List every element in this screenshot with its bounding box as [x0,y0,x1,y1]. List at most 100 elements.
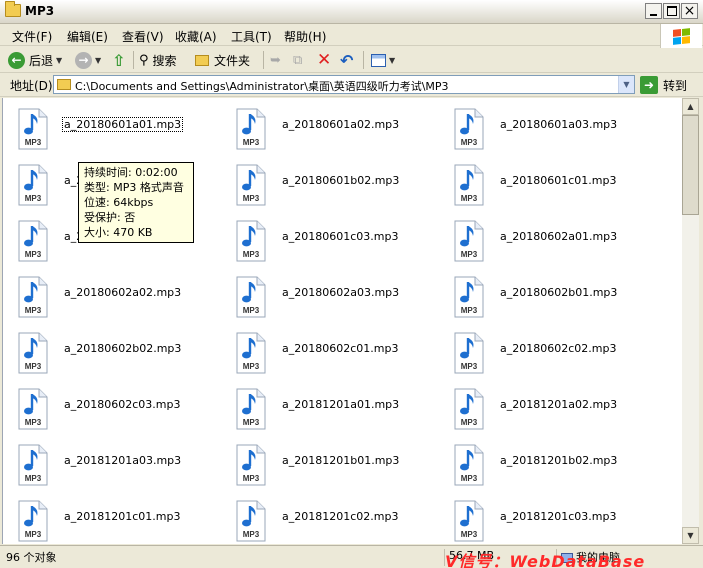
vertical-scrollbar[interactable]: ▲ ▼ [682,98,699,544]
up-button[interactable]: ⇧ [112,50,125,70]
file-name: a_20180602a03.mp3 [282,286,400,299]
go-label: 转到 [663,78,688,93]
file-name: a_20180601b02.mp3 [282,174,400,187]
file-name: a_20180602b01.mp3 [500,286,618,299]
mp3-file-icon: MP3 [236,444,266,486]
mp3-file-icon: MP3 [18,220,48,262]
search-button[interactable]: ⚲ 搜索 [139,50,177,70]
folder-icon [195,54,209,66]
mp3-file-icon: MP3 [454,444,484,486]
file-item[interactable]: MP3 a_20180602a03.mp3 [221,266,431,318]
go-button[interactable]: ➜ 转到 [640,76,687,94]
views-button[interactable]: ▼ [371,50,395,70]
dropdown-arrow-icon[interactable]: ▼ [56,56,62,65]
maximize-button[interactable] [663,3,680,19]
svg-text:MP3: MP3 [25,194,42,203]
scroll-down-button[interactable]: ▼ [682,527,699,544]
svg-text:MP3: MP3 [243,362,260,371]
address-label: 地址(D) [10,79,53,93]
menu-favorites[interactable]: 收藏(A) [175,28,217,45]
back-button[interactable]: ← 后退 ▼ [8,50,62,70]
menu-tools[interactable]: 工具(T) [231,28,272,45]
svg-text:MP3: MP3 [461,138,478,147]
delete-icon[interactable]: ✕ [317,50,331,70]
file-item[interactable]: MP3 a_20180601a02.mp3 [221,98,431,150]
folders-label: 文件夹 [214,53,251,68]
file-item[interactable]: MP3 a_20180602a01.mp3 [439,210,649,262]
file-item[interactable]: MP3 a_20180601a01.mp3 [3,98,213,150]
tooltip-size: 大小: 470 KB [84,226,153,239]
menu-edit[interactable]: 编辑(E) [67,28,108,45]
file-name: a_20181201a02.mp3 [500,398,618,411]
file-item[interactable]: MP3 a_20180601a03.mp3 [439,98,649,150]
file-item[interactable]: MP3 a_20181201a02.mp3 [439,378,649,430]
file-item[interactable]: MP3 a_20180601c03.mp3 [221,210,431,262]
mp3-file-icon: MP3 [18,500,48,542]
windows-logo-icon [660,24,702,48]
file-item[interactable]: MP3 a_20181201b02.mp3 [439,434,649,486]
file-item[interactable]: MP3 a_20181201b01.mp3 [221,434,431,486]
folder-up-icon: ⇧ [112,50,126,70]
scroll-thumb[interactable] [682,115,699,215]
file-item[interactable]: MP3 a_20180602b02.mp3 [3,322,213,374]
file-name: a_20180602a01.mp3 [500,230,618,243]
mp3-file-icon: MP3 [236,108,266,150]
mp3-file-icon: MP3 [236,164,266,206]
svg-text:MP3: MP3 [25,474,42,483]
forward-button[interactable]: → ▼ [75,50,101,70]
file-name: a_20181201c02.mp3 [282,510,399,523]
file-name: a_20181201a01.mp3 [282,398,400,411]
menu-help[interactable]: 帮助(H) [284,28,326,45]
svg-text:MP3: MP3 [243,194,260,203]
title-bar: MP3 [0,0,703,24]
mp3-file-icon: MP3 [454,500,484,542]
dropdown-arrow-icon[interactable]: ▼ [95,56,101,65]
mp3-file-icon: MP3 [236,388,266,430]
search-icon: ⚲ [139,52,149,68]
tooltip-duration: 持续时间: 0:02:00 [84,166,178,179]
folders-button[interactable]: 文件夹 [195,50,250,70]
file-item[interactable]: MP3 a_20180602b01.mp3 [439,266,649,318]
mp3-file-icon: MP3 [236,220,266,262]
mp3-file-icon: MP3 [236,276,266,318]
file-item[interactable]: MP3 a_20181201a01.mp3 [221,378,431,430]
mp3-file-icon: MP3 [454,164,484,206]
status-object-count: 96 个对象 [6,551,57,564]
undo-icon[interactable]: ↶ [340,50,353,70]
file-name: a_20180601c03.mp3 [282,230,399,243]
file-item[interactable]: MP3 a_20180602c03.mp3 [3,378,213,430]
mp3-file-icon: MP3 [18,164,48,206]
file-item[interactable]: MP3 a_20180601c01.mp3 [439,154,649,206]
mp3-file-icon: MP3 [18,332,48,374]
file-item[interactable]: MP3 a_20181201c01.mp3 [3,490,213,542]
file-item[interactable]: MP3 a_20180602a02.mp3 [3,266,213,318]
address-bar: 地址(D) C:\Documents and Settings\Administ… [0,73,703,97]
chevron-down-icon[interactable]: ▼ [618,76,634,93]
menu-file[interactable]: 文件(F) [12,28,52,45]
file-name: a_20181201a03.mp3 [64,454,182,467]
close-button[interactable] [681,3,698,19]
folder-icon [57,79,71,90]
minimize-button[interactable] [645,3,662,19]
address-input[interactable]: C:\Documents and Settings\Administrator\… [53,75,635,94]
copy-to-icon[interactable]: ⧉ [293,50,302,70]
scroll-up-button[interactable]: ▲ [682,98,699,115]
file-item[interactable]: MP3 a_20180602c02.mp3 [439,322,649,374]
menu-view[interactable]: 查看(V) [122,28,164,45]
dropdown-arrow-icon[interactable]: ▼ [389,56,395,65]
file-item[interactable]: MP3 a_20180602c01.mp3 [221,322,431,374]
file-name: a_20180601a02.mp3 [282,118,400,131]
svg-text:MP3: MP3 [243,306,260,315]
file-name: a_20180602c03.mp3 [64,398,181,411]
forward-arrow-icon: → [75,51,92,69]
explorer-window: MP3 文件(F) 编辑(E) 查看(V) 收藏(A) 工具(T) 帮助(H) … [0,0,703,568]
move-to-icon[interactable]: ➥ [270,50,281,70]
file-item[interactable]: MP3 a_20181201a03.mp3 [3,434,213,486]
tooltip-bitrate: 位速: 64kbps [84,196,154,209]
file-name: a_20180602c02.mp3 [500,342,617,355]
tooltip-type: 类型: MP3 格式声音 [84,181,184,194]
file-item[interactable]: MP3 a_20180601b02.mp3 [221,154,431,206]
go-arrow-icon: ➜ [640,76,658,94]
file-item[interactable]: MP3 a_20181201c02.mp3 [221,490,431,542]
file-item[interactable]: MP3 a_20181201c03.mp3 [439,490,649,542]
